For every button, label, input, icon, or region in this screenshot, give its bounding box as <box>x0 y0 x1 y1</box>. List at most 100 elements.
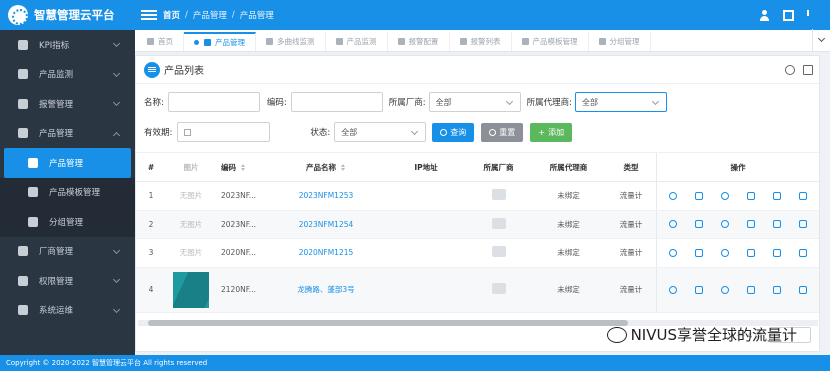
sidebar-item-label: 产品管理 <box>39 129 74 140</box>
sidebar-item-kpi[interactable]: KPI指标 <box>0 30 135 60</box>
link-icon[interactable] <box>747 285 755 294</box>
tab-multi-curve[interactable]: 多曲线监测 <box>256 32 326 51</box>
building-icon <box>28 216 38 227</box>
panel-title: 产品列表 <box>164 66 204 77</box>
row-name-link[interactable]: 2023NFM1254 <box>266 220 386 229</box>
validity-date-input[interactable] <box>177 122 271 142</box>
sidebar-item-permission[interactable]: 权限管理 <box>0 266 135 296</box>
col-header-name[interactable]: 产品名称 <box>266 162 386 173</box>
edit-icon[interactable] <box>773 248 781 257</box>
search-button[interactable]: 查询 <box>432 122 475 142</box>
agent-select[interactable]: 全部 <box>575 92 667 112</box>
document-icon[interactable] <box>695 220 703 229</box>
row-type: 流量计 <box>619 191 643 201</box>
col-header-code[interactable]: 编码 <box>216 162 266 173</box>
sort-icon[interactable] <box>721 248 729 257</box>
delete-icon[interactable] <box>799 191 807 200</box>
sort-icon[interactable] <box>721 191 729 200</box>
chevron-down-icon <box>112 305 121 313</box>
row-name-link[interactable]: 2023NFM1253 <box>266 191 386 200</box>
link-icon[interactable] <box>747 248 755 257</box>
sidebar-item-product-monitor[interactable]: 产品监测 <box>0 60 135 90</box>
tab-home[interactable]: 首页 <box>137 32 184 51</box>
row-name-link[interactable]: 2020NFM1215 <box>266 248 386 257</box>
row-code: 2020NF... <box>221 248 256 258</box>
vendor-select[interactable]: 全部 <box>428 92 521 112</box>
tab-bar: 首页 产品管理 多曲线监测 产品监测 报警配置 报警列表 产品模板管理 分组管理 <box>135 29 830 52</box>
delete-icon[interactable] <box>799 248 807 257</box>
view-icon[interactable] <box>669 191 677 200</box>
view-icon[interactable] <box>669 220 677 229</box>
sidebar-item-product-mgmt[interactable]: 产品管理 <box>0 119 135 149</box>
sort-icon[interactable] <box>341 164 346 171</box>
row-type: 流量计 <box>619 248 643 258</box>
document-icon[interactable] <box>695 191 703 200</box>
edit-icon[interactable] <box>773 191 781 200</box>
tab-alarm-config[interactable]: 报警配置 <box>388 32 450 51</box>
sidebar-subitem-group-mgmt[interactable]: 分组管理 <box>0 207 135 237</box>
tab-template-mgmt[interactable]: 产品模板管理 <box>512 32 589 51</box>
sort-icon[interactable] <box>721 285 729 294</box>
refresh-icon[interactable] <box>785 64 795 75</box>
product-thumbnail[interactable] <box>173 271 209 308</box>
tab-label: 产品管理 <box>215 38 245 47</box>
tab-product-monitor[interactable]: 产品监测 <box>326 32 388 51</box>
row-name-link[interactable]: 龙腾路、蓬部3号 <box>266 284 386 295</box>
tab-label: 报警列表 <box>470 37 501 46</box>
row-type: 流量计 <box>619 285 643 294</box>
document-icon[interactable] <box>695 285 703 294</box>
more-vertical-icon[interactable] <box>807 9 818 21</box>
link-icon[interactable] <box>747 220 755 229</box>
row-actions <box>656 239 819 267</box>
breadcrumb-home[interactable]: 首页 <box>163 9 180 21</box>
tab-dropdown-button[interactable] <box>812 29 830 51</box>
sidebar-item-vendor[interactable]: 厂商管理 <box>0 237 135 267</box>
sort-icon[interactable] <box>241 164 246 171</box>
tab-group-mgmt[interactable]: 分组管理 <box>589 32 651 51</box>
tab-alarm-list[interactable]: 报警列表 <box>450 32 512 51</box>
menu-toggle-icon[interactable] <box>141 8 157 22</box>
edit-icon[interactable] <box>773 285 781 294</box>
code-input[interactable] <box>290 92 383 112</box>
document-icon[interactable] <box>695 248 703 257</box>
asterisk-icon <box>28 187 38 198</box>
grid-icon <box>335 38 343 45</box>
fullscreen-icon[interactable] <box>783 9 794 21</box>
sidebar-subitem-template-mgmt[interactable]: 产品模板管理 <box>0 177 135 207</box>
restore-icon[interactable] <box>803 64 813 75</box>
add-button[interactable]: + 添加 <box>530 122 573 142</box>
name-input[interactable] <box>167 92 260 112</box>
sidebar-item-ops[interactable]: 系统运维 <box>0 296 135 326</box>
view-icon[interactable] <box>669 285 677 294</box>
row-image: 无图片 <box>179 219 203 229</box>
row-code: 2023NF... <box>221 219 256 229</box>
user-icon[interactable] <box>759 9 770 21</box>
tab-product-mgmt[interactable]: 产品管理 <box>184 32 256 51</box>
edit-icon[interactable] <box>773 220 781 229</box>
delete-icon[interactable] <box>799 220 807 229</box>
sidebar-item-alarm[interactable]: 报警管理 <box>0 89 135 119</box>
row-code: 2120NF... <box>221 285 256 294</box>
user-icon <box>459 38 467 45</box>
kpi-icon <box>18 39 28 50</box>
col-header-vendor: 所属厂商 <box>483 162 514 172</box>
sidebar-item-label: KPI指标 <box>39 40 70 51</box>
reset-button[interactable]: 重置 <box>481 122 524 142</box>
row-agent: 未绑定 <box>557 219 580 229</box>
search-form: 名称: 编码: 所属厂商: 全部 所属代理商: 全部 有效期: 状态: 全部 查… <box>144 92 667 152</box>
col-header-ip: IP地址 <box>414 162 438 172</box>
tab-label: 产品监测 <box>346 37 377 46</box>
grid-icon <box>18 128 28 139</box>
view-icon[interactable] <box>669 248 677 257</box>
user-icon <box>397 38 405 45</box>
table-row: 4 2120NF... 龙腾路、蓬部3号 未绑定 流量计 <box>136 267 819 313</box>
scrollbar-thumb[interactable] <box>148 320 628 326</box>
status-select[interactable]: 全部 <box>334 122 427 142</box>
chevron-down-icon <box>112 69 121 77</box>
delete-icon[interactable] <box>799 285 807 294</box>
tab-label: 产品模板管理 <box>532 37 578 46</box>
link-icon[interactable] <box>747 191 755 200</box>
sidebar-subitem-product-mgmt[interactable]: 产品管理 <box>4 148 131 178</box>
sort-icon[interactable] <box>721 220 729 229</box>
sidebar-item-label: 系统运维 <box>39 306 74 317</box>
